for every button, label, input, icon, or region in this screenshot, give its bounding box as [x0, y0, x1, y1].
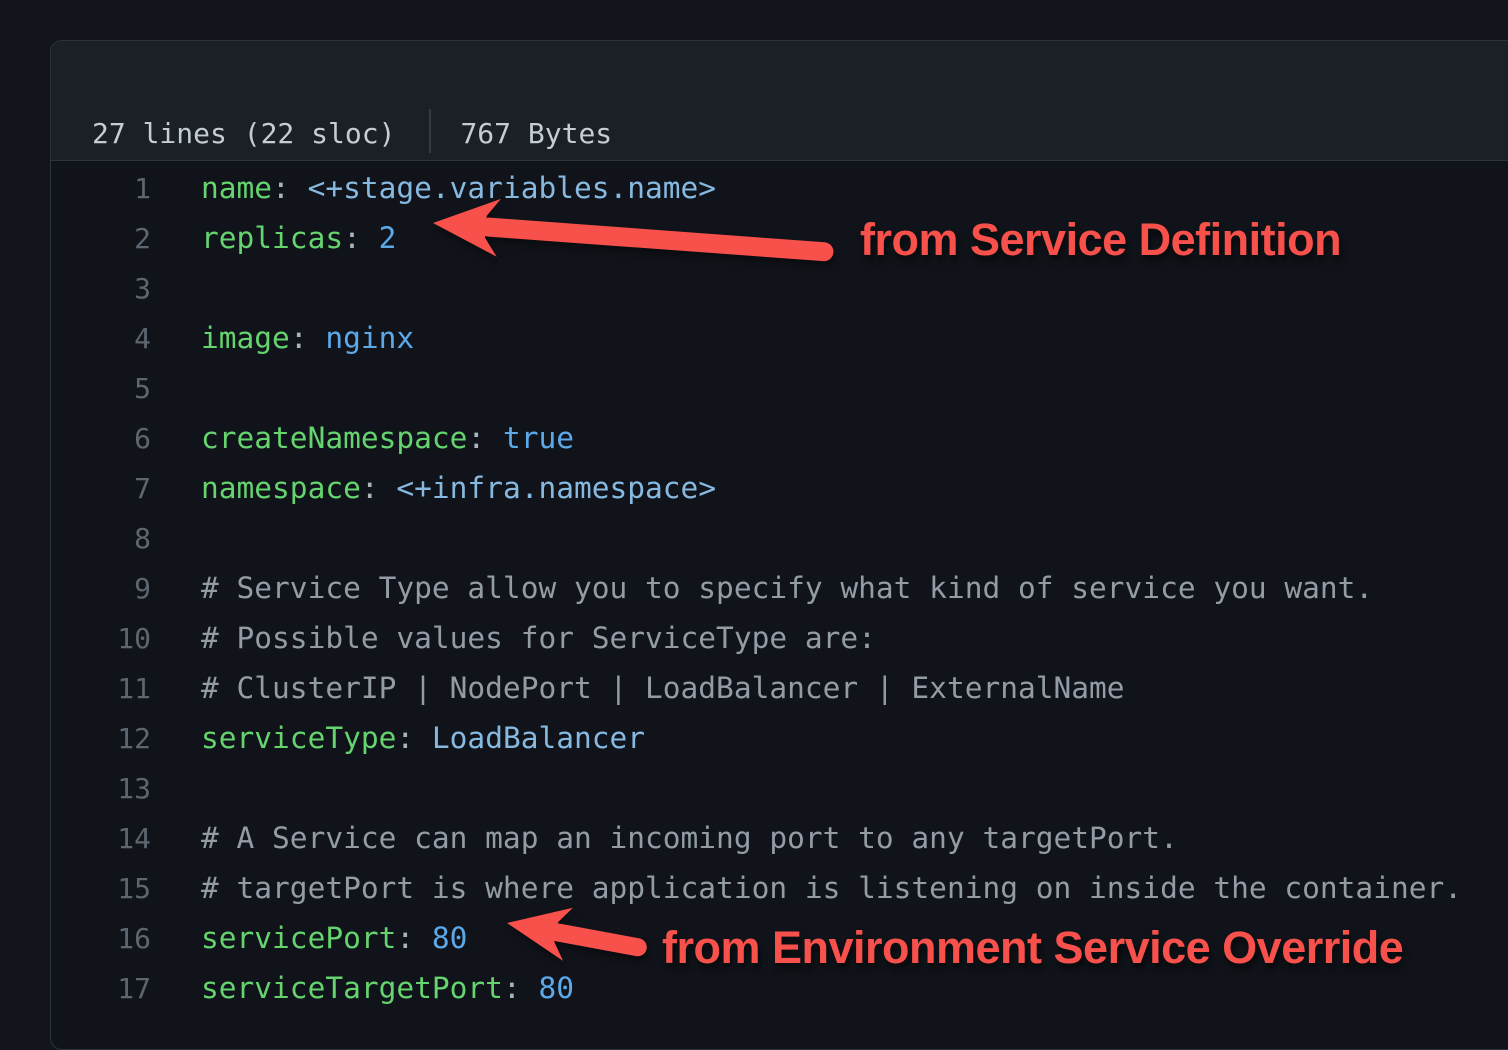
token-comment: # ClusterIP | NodePort | LoadBalancer | … [201, 671, 1125, 705]
line-number[interactable]: 9 [51, 572, 151, 605]
line-content: # targetPort is where application is lis… [201, 871, 1462, 905]
code-line: 15 # targetPort is where application is l… [51, 863, 1508, 913]
token-key: image [201, 321, 290, 355]
code-view: 1name: <+stage.variables.name>2replicas:… [51, 161, 1508, 1013]
token-punc: : [290, 321, 326, 355]
code-line: 7 namespace: <+infra.namespace> [51, 463, 1508, 513]
code-line: 10 # Possible values for ServiceType are: [51, 613, 1508, 663]
line-number[interactable]: 3 [51, 272, 151, 305]
token-key: name [201, 171, 272, 205]
line-number[interactable]: 8 [51, 522, 151, 555]
code-line: 6 createNamespace: true [51, 413, 1508, 463]
token-key: replicas [201, 221, 343, 255]
page: 27 lines (22 sloc) 767 Bytes 1name: <+st… [0, 0, 1508, 1012]
token-key: serviceTargetPort [201, 971, 503, 1005]
line-content: servicePort: 80 [201, 921, 467, 955]
annotation-label-environment-override: from Environment Service Override [662, 922, 1403, 974]
code-line: 8 [51, 513, 1508, 563]
line-number[interactable]: 16 [51, 922, 151, 955]
line-number[interactable]: 1 [51, 172, 151, 205]
token-comment: # A Service can map an incoming port to … [201, 821, 1178, 855]
line-content: replicas: 2 [201, 221, 396, 255]
line-number[interactable]: 15 [51, 872, 151, 905]
token-punc: : [396, 721, 432, 755]
token-expr: LoadBalancer [432, 721, 645, 755]
line-number[interactable]: 6 [51, 422, 151, 455]
line-content: # Service Type allow you to specify what… [201, 571, 1373, 605]
annotation-arrow-service-definition [415, 185, 855, 285]
annotation-arrow-environment-override [492, 892, 672, 982]
line-number[interactable]: 5 [51, 372, 151, 405]
token-value: 2 [379, 221, 397, 255]
line-number[interactable]: 13 [51, 772, 151, 805]
code-line: 13 [51, 763, 1508, 813]
code-line: 12 serviceType: LoadBalancer [51, 713, 1508, 763]
file-info-bar: 27 lines (22 sloc) 767 Bytes [51, 41, 1508, 161]
file-size: 767 Bytes [460, 117, 612, 150]
line-content: image: nginx [201, 321, 414, 355]
line-content: createNamespace: true [201, 421, 574, 455]
code-line: 14 # A Service can map an incoming port t… [51, 813, 1508, 863]
token-value: nginx [325, 321, 414, 355]
token-key: createNamespace [201, 421, 467, 455]
file-lines-count: 27 lines (22 sloc) [92, 117, 395, 150]
token-punc: : [361, 471, 397, 505]
line-number[interactable]: 4 [51, 322, 151, 355]
line-content: serviceType: LoadBalancer [201, 721, 645, 755]
code-lines: 1name: <+stage.variables.name>2replicas:… [51, 163, 1508, 1013]
token-key: serviceType [201, 721, 396, 755]
line-content: # ClusterIP | NodePort | LoadBalancer | … [201, 671, 1125, 705]
header-divider [429, 109, 431, 153]
line-content: # A Service can map an incoming port to … [201, 821, 1178, 855]
token-comment: # Service Type allow you to specify what… [201, 571, 1373, 605]
line-number[interactable]: 12 [51, 722, 151, 755]
line-number[interactable]: 17 [51, 972, 151, 1005]
token-comment: # targetPort is where application is lis… [201, 871, 1462, 905]
code-line: 11 # ClusterIP | NodePort | LoadBalancer … [51, 663, 1508, 713]
line-number[interactable]: 11 [51, 672, 151, 705]
token-key: namespace [201, 471, 361, 505]
token-value: true [503, 421, 574, 455]
code-line: 9 # Service Type allow you to specify wha… [51, 563, 1508, 613]
annotation-label-service-definition: from Service Definition [860, 214, 1341, 266]
token-value: 80 [432, 921, 468, 955]
token-punc: : [343, 221, 379, 255]
token-expr: <+infra.namespace> [396, 471, 716, 505]
token-punc: : [272, 171, 308, 205]
line-content: # Possible values for ServiceType are: [201, 621, 876, 655]
token-punc: : [467, 421, 503, 455]
line-content: namespace: <+infra.namespace> [201, 471, 716, 505]
line-number[interactable]: 14 [51, 822, 151, 855]
code-line: 4 image: nginx [51, 313, 1508, 363]
code-line: 5 [51, 363, 1508, 413]
token-punc: : [396, 921, 432, 955]
line-number[interactable]: 10 [51, 622, 151, 655]
token-key: servicePort [201, 921, 396, 955]
line-number[interactable]: 2 [51, 222, 151, 255]
token-comment: # Possible values for ServiceType are: [201, 621, 876, 655]
line-number[interactable]: 7 [51, 472, 151, 505]
